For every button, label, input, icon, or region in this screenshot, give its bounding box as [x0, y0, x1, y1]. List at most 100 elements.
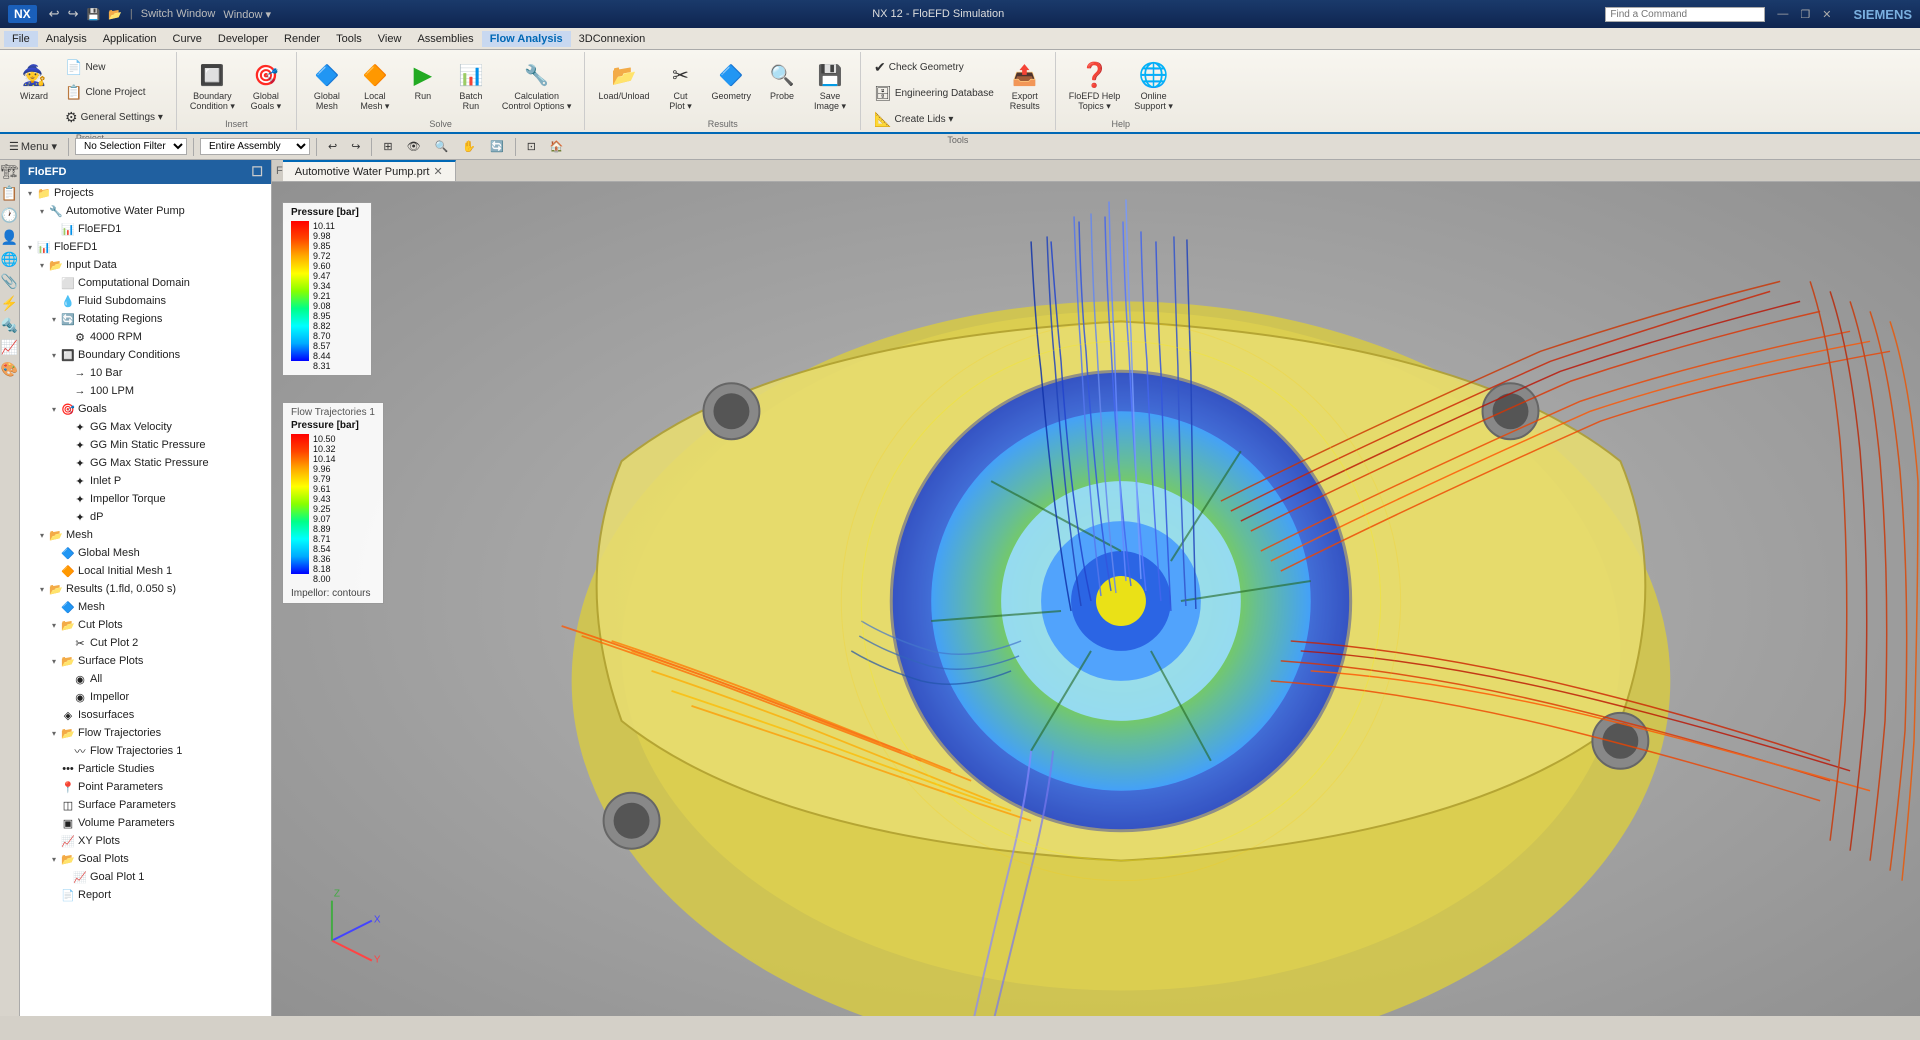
assembly-nav-btn[interactable]: 🏗 — [1, 162, 19, 180]
tree-item[interactable]: ◫Surface Parameters — [20, 796, 271, 814]
tree-item[interactable]: 📄Report — [20, 886, 271, 904]
tree-item[interactable]: ✦GG Max Static Pressure — [20, 454, 271, 472]
tree-expander[interactable]: ▾ — [48, 313, 60, 325]
tree-item[interactable]: ▣Volume Parameters — [20, 814, 271, 832]
tree-expander[interactable] — [48, 547, 60, 559]
save-image-btn[interactable]: 💾 Save Image ▾ — [808, 56, 852, 115]
tree-expander[interactable] — [48, 799, 60, 811]
tree-item[interactable]: ▾🎯Goals — [20, 400, 271, 418]
manufacturing-btn[interactable]: 🔩 — [1, 316, 19, 334]
tree-expander[interactable]: ▾ — [48, 349, 60, 361]
clone-project-btn[interactable]: 📋 Clone Project — [60, 81, 168, 104]
tree-expander[interactable] — [48, 565, 60, 577]
floefd-help-btn[interactable]: ❓ FloEFD Help Topics ▾ — [1064, 56, 1126, 115]
tree-expander[interactable] — [60, 439, 72, 451]
tree-expander[interactable] — [60, 745, 72, 757]
menu-analysis[interactable]: Analysis — [38, 31, 95, 47]
tree-item[interactable]: 🔷Mesh — [20, 598, 271, 616]
orient-btn[interactable]: 🏠 — [545, 137, 569, 156]
tree-expander[interactable] — [60, 673, 72, 685]
tree-item[interactable]: 🔶Local Initial Mesh 1 — [20, 562, 271, 580]
batch-run-btn[interactable]: 📊 Batch Run — [449, 56, 493, 114]
tree-expander[interactable]: ▾ — [24, 241, 36, 253]
tree-expander[interactable] — [48, 277, 60, 289]
tree-expander[interactable] — [48, 835, 60, 847]
menu-3dconnexion[interactable]: 3DConnexion — [571, 31, 654, 47]
web-browser-btn[interactable]: 🌐 — [1, 250, 19, 268]
tree-container[interactable]: ▾📁Projects▾🔧Automotive Water Pump📊FloEFD… — [20, 184, 271, 1016]
tree-expander[interactable] — [60, 475, 72, 487]
roles-btn[interactable]: 👤 — [1, 228, 19, 246]
switch-window-btn[interactable]: Switch Window — [141, 8, 216, 20]
tree-item[interactable]: ▾🔧Automotive Water Pump — [20, 202, 271, 220]
tree-item[interactable]: ▾📁Projects — [20, 184, 271, 202]
tree-item[interactable]: 🔷Global Mesh — [20, 544, 271, 562]
tree-expander[interactable] — [60, 511, 72, 523]
process-studio-btn[interactable]: ⚡ — [1, 294, 19, 312]
wizard-btn[interactable]: 🧙 Wizard — [12, 56, 56, 104]
tree-expander[interactable] — [48, 223, 60, 235]
tree-expander[interactable]: ▾ — [48, 403, 60, 415]
tree-item[interactable]: •••Particle Studies — [20, 760, 271, 778]
assembly-dropdown[interactable]: Entire Assembly — [200, 138, 310, 155]
tree-item[interactable]: ▾📂Mesh — [20, 526, 271, 544]
tree-expander[interactable]: ▾ — [48, 655, 60, 667]
tree-item[interactable]: ✦dP — [20, 508, 271, 526]
tree-expander[interactable]: ▾ — [36, 583, 48, 595]
tree-item[interactable]: ▾📂Input Data — [20, 256, 271, 274]
part-nav-btn[interactable]: 📋 — [1, 184, 19, 202]
global-goals-btn[interactable]: 🎯 Global Goals ▾ — [244, 56, 288, 115]
tree-item[interactable]: ✦GG Max Velocity — [20, 418, 271, 436]
pan-btn[interactable]: ✋ — [457, 137, 481, 156]
menu-view[interactable]: View — [370, 31, 410, 47]
tree-item[interactable]: 💧Fluid Subdomains — [20, 292, 271, 310]
menu-application[interactable]: Application — [95, 31, 165, 47]
tree-expander[interactable] — [60, 367, 72, 379]
tree-expander[interactable] — [48, 295, 60, 307]
tree-item[interactable]: ◉Impellor — [20, 688, 271, 706]
tree-expander[interactable] — [60, 691, 72, 703]
history-btn[interactable]: 🕐 — [1, 206, 19, 224]
color-btn[interactable]: 🎨 — [1, 360, 19, 378]
tree-expander[interactable]: ▾ — [48, 853, 60, 865]
fit-btn[interactable]: ⊡ — [522, 137, 541, 156]
create-lids-btn[interactable]: 📐 Create Lids ▾ — [869, 108, 999, 131]
menu-render[interactable]: Render — [276, 31, 328, 47]
tree-expander[interactable]: ▾ — [36, 205, 48, 217]
probe-btn[interactable]: 🔍 Probe — [760, 56, 804, 104]
tree-expander[interactable] — [60, 331, 72, 343]
tree-item[interactable]: ▾📊FloEFD1 — [20, 238, 271, 256]
maximize-btn[interactable]: ❐ — [1800, 8, 1810, 21]
tree-expander[interactable] — [48, 781, 60, 793]
quick-access-redo[interactable]: ↪ — [68, 6, 79, 22]
engineering-db-btn[interactable]: 🗄 Engineering Database — [869, 82, 999, 105]
view-btn[interactable]: 👁 — [402, 137, 426, 156]
tree-item[interactable]: ◈Isosurfaces — [20, 706, 271, 724]
quick-access-undo[interactable]: ↩ — [49, 6, 60, 22]
tree-item[interactable]: ▾🔲Boundary Conditions — [20, 346, 271, 364]
analysis-icon-btn[interactable]: 📈 — [1, 338, 19, 356]
tree-item[interactable]: ▾📂Goal Plots — [20, 850, 271, 868]
minimize-btn[interactable]: — — [1777, 8, 1788, 20]
tree-item[interactable]: →10 Bar — [20, 364, 271, 382]
tree-item[interactable]: ✦GG Min Static Pressure — [20, 436, 271, 454]
tree-item[interactable]: ▾📂Cut Plots — [20, 616, 271, 634]
tree-item[interactable]: ▾📂Surface Plots — [20, 652, 271, 670]
tree-expander[interactable]: ▾ — [36, 259, 48, 271]
command-search[interactable] — [1605, 7, 1765, 22]
hd3d-btn[interactable]: 📎 — [1, 272, 19, 290]
geometry-btn[interactable]: 🔷 Geometry — [707, 56, 757, 104]
tree-expander[interactable] — [60, 493, 72, 505]
menu-assemblies[interactable]: Assemblies — [409, 31, 481, 47]
online-support-btn[interactable]: 🌐 Online Support ▾ — [1129, 56, 1178, 115]
zoom-btn[interactable]: 🔍 — [430, 137, 454, 156]
menu-btn[interactable]: ☰ Menu ▾ — [4, 137, 62, 156]
close-btn[interactable]: ✕ — [1822, 8, 1831, 21]
local-mesh-btn[interactable]: 🔶 Local Mesh ▾ — [353, 56, 397, 115]
tree-item[interactable]: ⚙4000 RPM — [20, 328, 271, 346]
tree-expander[interactable] — [60, 871, 72, 883]
tree-item[interactable]: ✂Cut Plot 2 — [20, 634, 271, 652]
undo-btn[interactable]: ↩ — [323, 137, 342, 156]
new-btn[interactable]: 📄 New — [60, 56, 168, 79]
global-mesh-btn[interactable]: 🔷 Global Mesh — [305, 56, 349, 114]
